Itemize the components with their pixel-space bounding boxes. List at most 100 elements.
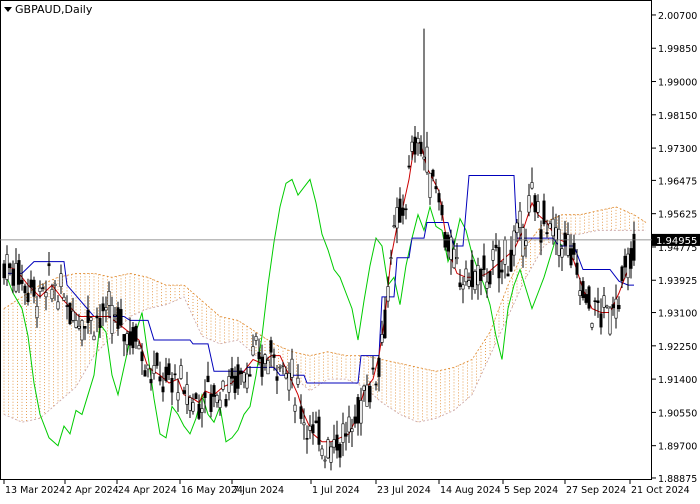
- candle-body: [389, 257, 393, 259]
- candle-body: [473, 271, 477, 291]
- x-tick-label: 1 Jul 2024: [312, 485, 360, 496]
- candle-body: [551, 218, 555, 237]
- x-tick-label: 23 Jul 2024: [377, 485, 431, 496]
- candle-body: [482, 255, 486, 270]
- candle-body: [86, 309, 90, 323]
- candle-body: [464, 268, 468, 283]
- symbol-label[interactable]: GBPAUD,Daily: [4, 3, 92, 16]
- candle-body: [341, 423, 345, 443]
- candle-body: [212, 385, 216, 397]
- candle-body: [317, 416, 321, 445]
- candle-body: [353, 416, 357, 424]
- candle-body: [8, 263, 12, 268]
- candle-body: [380, 334, 384, 343]
- candle-body: [50, 289, 54, 300]
- candle-body: [293, 404, 297, 412]
- candle-body: [266, 360, 270, 375]
- candle-body: [470, 259, 474, 288]
- candle-body: [323, 459, 327, 462]
- y-axis: 2.00700 1.99850 1.99000 1.98150 1.97300 1.964…: [652, 11, 697, 485]
- candle-body: [281, 365, 285, 367]
- candle-body: [329, 446, 333, 463]
- candle-body: [26, 293, 30, 303]
- candle-body: [512, 230, 516, 256]
- chart-area[interactable]: 1.94955 2.00700 1.99850 1.99000 1.98150 1.97…: [0, 0, 700, 500]
- candle-body: [119, 309, 123, 326]
- candle-body: [623, 255, 627, 268]
- candle-body: [350, 428, 354, 432]
- candle-body: [179, 365, 183, 379]
- y-tick-label: 1.95625: [658, 210, 697, 221]
- candle-body: [533, 195, 537, 213]
- candle-body: [599, 313, 603, 328]
- candle-body: [596, 300, 600, 304]
- candle-body: [263, 354, 267, 364]
- candle-body: [437, 193, 441, 203]
- candle-body: [392, 225, 396, 228]
- y-tick-label: 1.93100: [658, 309, 697, 320]
- candle-body: [626, 253, 630, 279]
- candle-body: [314, 420, 318, 424]
- candle-body: [425, 146, 429, 173]
- candle-body: [311, 424, 315, 434]
- candle-body: [227, 376, 231, 393]
- candle-body: [269, 340, 273, 353]
- y-tick-label: 1.97300: [658, 144, 697, 155]
- candle-body: [5, 254, 9, 280]
- y-tick-label: 2.00700: [658, 11, 697, 22]
- candle-body: [65, 305, 69, 307]
- candle-body: [584, 294, 588, 303]
- candle-body: [344, 433, 348, 437]
- candle-body: [548, 223, 552, 229]
- x-tick-label: 7 Jun 2024: [233, 485, 284, 496]
- candle-body: [410, 141, 414, 152]
- candle-body: [131, 327, 135, 349]
- candle-body: [206, 375, 210, 383]
- candle-body: [401, 207, 405, 216]
- candle-body: [404, 208, 408, 211]
- candle-body: [176, 392, 180, 401]
- candle-body: [611, 304, 615, 309]
- candle-body: [155, 352, 159, 366]
- candle-body: [572, 242, 576, 255]
- candle-body: [23, 285, 27, 294]
- candle-body: [140, 351, 144, 362]
- candle-body: [197, 403, 201, 419]
- candle-body: [434, 186, 438, 190]
- candle-body: [587, 286, 591, 309]
- candle-body: [578, 290, 582, 297]
- y-tick-label: 1.90550: [658, 408, 697, 419]
- candle-body: [563, 232, 567, 246]
- candle-body: [560, 248, 564, 258]
- candle-body: [224, 398, 228, 407]
- candle-body: [260, 356, 264, 377]
- candle-body: [566, 234, 570, 256]
- candle-body: [581, 281, 585, 298]
- candle-body: [428, 172, 432, 198]
- candle-body: [632, 233, 636, 261]
- candle-body: [161, 386, 165, 393]
- candle-body: [332, 439, 336, 448]
- candle-body: [134, 325, 138, 342]
- candle-body: [170, 377, 174, 393]
- y-tick-label: 1.91400: [658, 375, 697, 386]
- candle-body: [356, 397, 360, 424]
- candle-body: [539, 229, 543, 243]
- price-chart[interactable]: 1.94955 2.007001.998501.990001.981501.97…: [0, 0, 700, 500]
- candle-body: [503, 239, 507, 265]
- candle-body: [284, 373, 288, 379]
- candle-body: [149, 379, 153, 384]
- y-tick-label: 1.89700: [658, 442, 697, 453]
- candle-body: [605, 305, 609, 308]
- candle-body: [215, 394, 219, 403]
- candle-body: [257, 351, 261, 360]
- x-tick-label: 2 Apr 2024: [66, 485, 119, 496]
- candle-body: [371, 367, 375, 370]
- candle-body: [95, 315, 99, 319]
- candle-body: [44, 292, 48, 298]
- dropdown-arrow-icon[interactable]: [4, 7, 12, 12]
- candle-body: [554, 227, 558, 240]
- candle-body: [278, 366, 282, 369]
- candle-body: [500, 269, 504, 273]
- y-tick-label: 1.92250: [658, 342, 697, 353]
